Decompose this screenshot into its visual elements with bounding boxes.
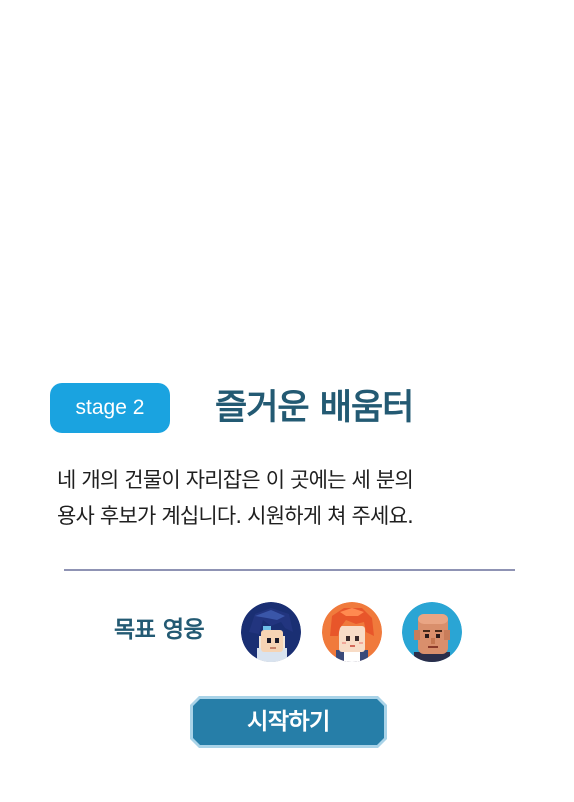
stage-description: 네 개의 건물이 자리잡은 이 곳에는 세 분의 용사 후보가 계십니다. 시원…	[57, 462, 527, 534]
description-line-1: 네 개의 건물이 자리잡은 이 곳에는 세 분의	[57, 468, 414, 492]
description-line-2: 용사 후보가 계십니다. 시원하게 쳐 주세요.	[57, 504, 414, 528]
divider	[64, 569, 515, 571]
stage-badge: stage 2	[50, 383, 170, 433]
hero-orange-hair-avatar	[322, 602, 382, 662]
hero-bald-avatar	[402, 602, 462, 662]
start-button-label: 시작하기	[247, 709, 330, 735]
stage-title: 즐거운 배움터	[215, 388, 414, 428]
start-button[interactable]: 시작하기	[189, 695, 388, 749]
goal-heroes-label: 목표 영웅	[114, 617, 205, 643]
stage-intro-screen: stage 2 즐거운 배움터 네 개의 건물이 자리잡은 이 곳에는 세 분의…	[0, 0, 574, 802]
hero-blue-hair-avatar	[241, 602, 301, 662]
